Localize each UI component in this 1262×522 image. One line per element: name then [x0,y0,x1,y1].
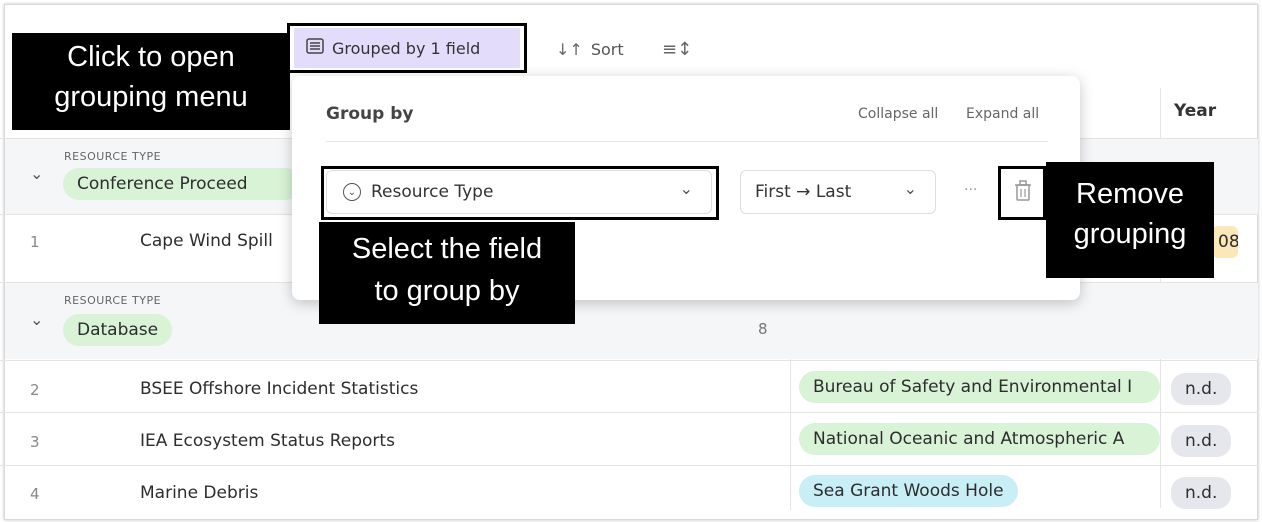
year-pill: n.d. [1171,477,1232,509]
row-divider [0,360,1258,361]
popup-title: Group by [326,104,414,124]
collapse-all-link[interactable]: Collapse all [858,106,938,122]
row-title[interactable]: IEA Ecosystem Status Reports [140,431,395,451]
year-pill: 08 [1212,226,1238,258]
order-select[interactable]: First → Last ⌄ [740,170,936,214]
sort-arrows-icon: ↓↑ [556,39,583,59]
group-field-label: RESOURCE TYPE [64,150,162,163]
field-select-highlight [321,166,719,220]
callout-open-menu-line2: grouping menu [54,81,248,113]
row-divider [0,465,1258,466]
group-value-pill: Database [63,314,173,346]
popup-divider [326,141,1048,142]
more-options-button[interactable]: ··· [964,182,977,198]
row-divider [0,412,1258,413]
column-header-year[interactable]: Year [1174,101,1216,121]
group-field-label: RESOURCE TYPE [64,294,162,307]
org-pill: National Oceanic and Atmospheric A [799,423,1160,455]
group-count: 8 [758,320,768,338]
org-pill: Bureau of Safety and Environmental I [799,371,1160,403]
trash-highlight [998,166,1046,220]
row-title[interactable]: Marine Debris [140,483,258,503]
sort-button[interactable]: ↓↑ Sort [556,34,624,64]
org-pill: Sea Grant Woods Hole [799,475,1018,507]
row-title[interactable]: BSEE Offshore Incident Statistics [140,379,418,399]
row-number: 4 [30,485,40,503]
sort-label: Sort [590,39,624,59]
row-height-button[interactable]: ≡↕ [662,34,692,64]
expand-all-link[interactable]: Expand all [966,106,1039,122]
group-value-pill: Conference Proceed [63,168,301,200]
year-pill: n.d. [1171,425,1232,457]
collapse-chevron-icon[interactable]: ⌄ [30,164,43,183]
callout-select-field-line2: to group by [374,275,520,307]
callout-remove-line1: Remove [1076,178,1184,210]
year-pill: n.d. [1171,373,1232,405]
chevron-down-icon: ⌄ [903,179,917,198]
order-select-value: First → Last [755,182,852,202]
callout-select-field: Select the field to group by [319,222,575,324]
collapse-chevron-icon[interactable]: ⌄ [30,310,43,329]
row-number: 2 [30,381,40,399]
callout-open-menu-line1: Click to open [67,41,235,73]
grouped-button-highlight [287,23,527,73]
row-height-icon: ≡↕ [662,38,693,60]
callout-select-field-line1: Select the field [351,233,543,265]
row-number: 1 [30,233,40,251]
row-number: 3 [30,433,40,451]
callout-remove: Remove grouping [1046,162,1214,278]
callout-open-menu: Click to open grouping menu [12,33,290,130]
callout-remove-line2: grouping [1073,218,1187,250]
row-title[interactable]: Cape Wind Spill [140,231,273,251]
